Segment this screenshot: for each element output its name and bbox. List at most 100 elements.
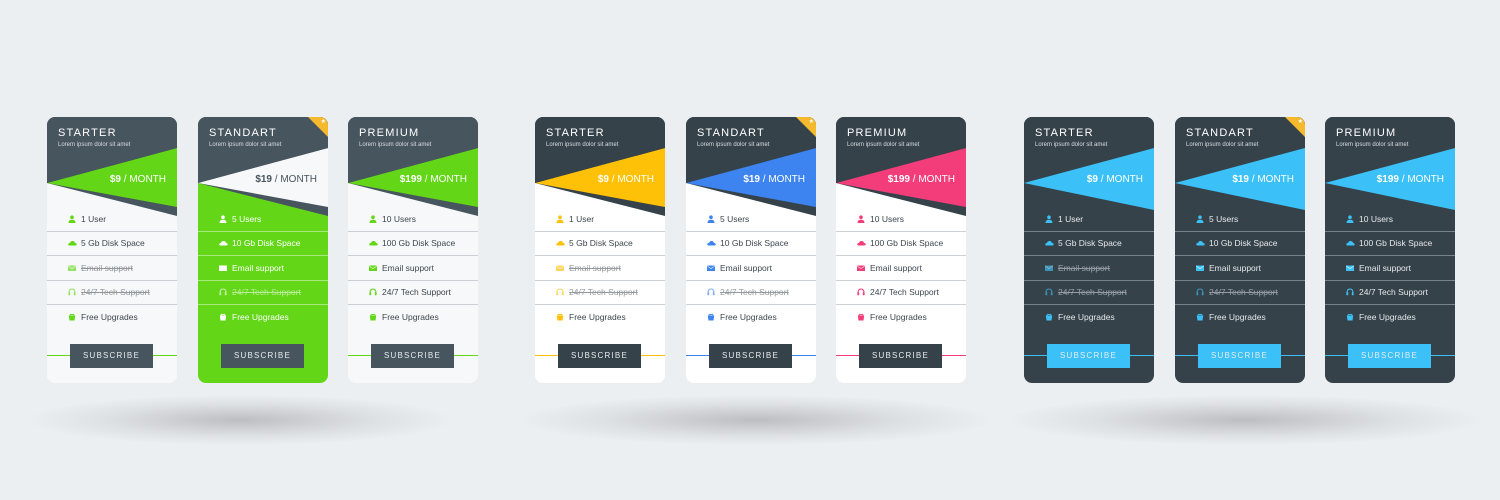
price-amount: $199	[399, 174, 422, 185]
plan-price: $199 / MONTH	[1377, 174, 1444, 185]
feature-item: Email support	[1325, 256, 1455, 281]
gift-icon	[1346, 313, 1354, 321]
price-period: / MONTH	[910, 174, 955, 185]
pricing-card-standart: STANDART Lorem ipsum dolor sit amet $19 / …	[198, 117, 328, 383]
user-icon	[1196, 215, 1204, 223]
feature-item: 10 Gb Disk Space	[1175, 232, 1305, 256]
subscribe-button[interactable]: SUBSCRIBE	[70, 344, 153, 368]
feature-item: Email support	[686, 256, 816, 281]
subscribe-button[interactable]: SUBSCRIBE	[1047, 344, 1130, 368]
price-period: / MONTH	[422, 174, 467, 185]
feature-label: Email support	[232, 262, 284, 273]
price-amount: $9	[109, 174, 121, 185]
pricing-card-starter: STARTER Lorem ipsum dolor sit amet $9 / MO…	[535, 117, 665, 383]
feature-item: 24/7 Tech Support	[535, 281, 665, 305]
user-icon	[707, 215, 715, 223]
subscribe-button[interactable]: SUBSCRIBE	[859, 344, 942, 368]
envelope-icon	[1195, 264, 1205, 272]
feature-item: Email support	[47, 256, 177, 281]
feature-label: Free Upgrades	[382, 312, 439, 323]
feature-label: 100 Gb Disk Space	[870, 238, 944, 249]
subscribe-button[interactable]: SUBSCRIBE	[558, 344, 641, 368]
plan-price: $9 / MONTH	[1087, 174, 1143, 185]
plan-title: STANDART	[1186, 127, 1254, 139]
feature-label: Email support	[720, 262, 772, 273]
feature-item: 5 Gb Disk Space	[1024, 232, 1154, 256]
feature-label: 24/7 Tech Support	[1209, 287, 1278, 298]
feature-item: 5 Gb Disk Space	[535, 232, 665, 256]
plan-title: STANDART	[697, 127, 765, 139]
feature-item: Email support	[836, 256, 966, 281]
feature-label: Free Upgrades	[1359, 312, 1416, 323]
plan-subtitle: Lorem ipsum dolor sit amet	[697, 142, 770, 148]
plan-subtitle: Lorem ipsum dolor sit amet	[546, 142, 619, 148]
headset-icon	[556, 288, 564, 296]
feature-item: 100 Gb Disk Space	[1325, 232, 1455, 256]
feature-label: 5 Gb Disk Space	[1058, 238, 1122, 249]
user-icon	[1045, 215, 1053, 223]
headset-icon	[857, 288, 865, 296]
plan-price: $9 / MONTH	[110, 174, 166, 185]
price-amount: $9	[1086, 174, 1098, 185]
feature-item: Email support	[348, 256, 478, 281]
plan-price: $9 / MONTH	[598, 174, 654, 185]
plan-subtitle: Lorem ipsum dolor sit amet	[58, 142, 131, 148]
feature-item: Email support	[535, 256, 665, 281]
plan-price: $19 / MONTH	[743, 174, 805, 185]
user-icon	[857, 215, 865, 223]
feature-item: Email support	[1024, 256, 1154, 281]
feature-label: 5 Users	[1209, 213, 1239, 224]
subscribe-button[interactable]: SUBSCRIBE	[371, 344, 454, 368]
plan-title: PREMIUM	[847, 127, 908, 139]
gift-icon	[857, 313, 865, 321]
subscribe-button[interactable]: SUBSCRIBE	[221, 344, 304, 368]
feature-item: 1 User	[1024, 207, 1154, 232]
envelope-icon	[555, 264, 565, 272]
user-icon	[556, 215, 564, 223]
feature-item: Free Upgrades	[198, 305, 328, 330]
plan-title: STARTER	[1035, 127, 1094, 139]
gift-icon	[219, 313, 227, 321]
feature-label: 24/7 Tech Support	[1359, 287, 1428, 298]
plan-subtitle: Lorem ipsum dolor sit amet	[847, 142, 920, 148]
feature-item: 100 Gb Disk Space	[348, 232, 478, 256]
plan-title: PREMIUM	[1336, 127, 1397, 139]
group-shadow	[520, 395, 990, 445]
feature-label: 24/7 Tech Support	[569, 287, 638, 298]
feature-item: Free Upgrades	[1175, 305, 1305, 330]
price-period: / MONTH	[760, 174, 805, 185]
envelope-icon	[67, 264, 77, 272]
cloud-icon	[219, 239, 228, 247]
subscribe-button[interactable]: SUBSCRIBE	[1348, 344, 1431, 368]
feature-label: 10 Gb Disk Space	[1209, 238, 1278, 249]
headset-icon	[1045, 288, 1053, 296]
feature-label: 24/7 Tech Support	[382, 287, 451, 298]
cloud-icon	[1045, 239, 1054, 247]
envelope-icon	[706, 264, 716, 272]
price-amount: $19	[743, 174, 760, 185]
feature-label: Email support	[1359, 262, 1411, 273]
feature-item: 24/7 Tech Support	[1175, 281, 1305, 305]
feature-label: 10 Users	[382, 213, 417, 224]
subscribe-button[interactable]: SUBSCRIBE	[709, 344, 792, 368]
feature-item: 24/7 Tech Support	[1024, 281, 1154, 305]
feature-item: 24/7 Tech Support	[836, 281, 966, 305]
feature-label: 10 Users	[1359, 213, 1394, 224]
feature-item: Free Upgrades	[1024, 305, 1154, 330]
pricing-card-premium: PREMIUM Lorem ipsum dolor sit amet $199 / …	[836, 117, 966, 383]
feature-item: 10 Gb Disk Space	[686, 232, 816, 256]
user-icon	[369, 215, 377, 223]
feature-label: 100 Gb Disk Space	[382, 238, 456, 249]
feature-label: 24/7 Tech Support	[81, 287, 150, 298]
plan-title: STARTER	[58, 127, 117, 139]
feature-label: 1 User	[81, 213, 107, 224]
feature-label: 24/7 Tech Support	[232, 287, 301, 298]
gift-icon	[556, 313, 564, 321]
feature-item: 1 User	[535, 207, 665, 232]
subscribe-button[interactable]: SUBSCRIBE	[1198, 344, 1281, 368]
feature-item: Free Upgrades	[348, 305, 478, 330]
cloud-icon	[556, 239, 565, 247]
cloud-icon	[369, 239, 378, 247]
price-period: / MONTH	[121, 174, 166, 185]
feature-item: Email support	[1175, 256, 1305, 281]
